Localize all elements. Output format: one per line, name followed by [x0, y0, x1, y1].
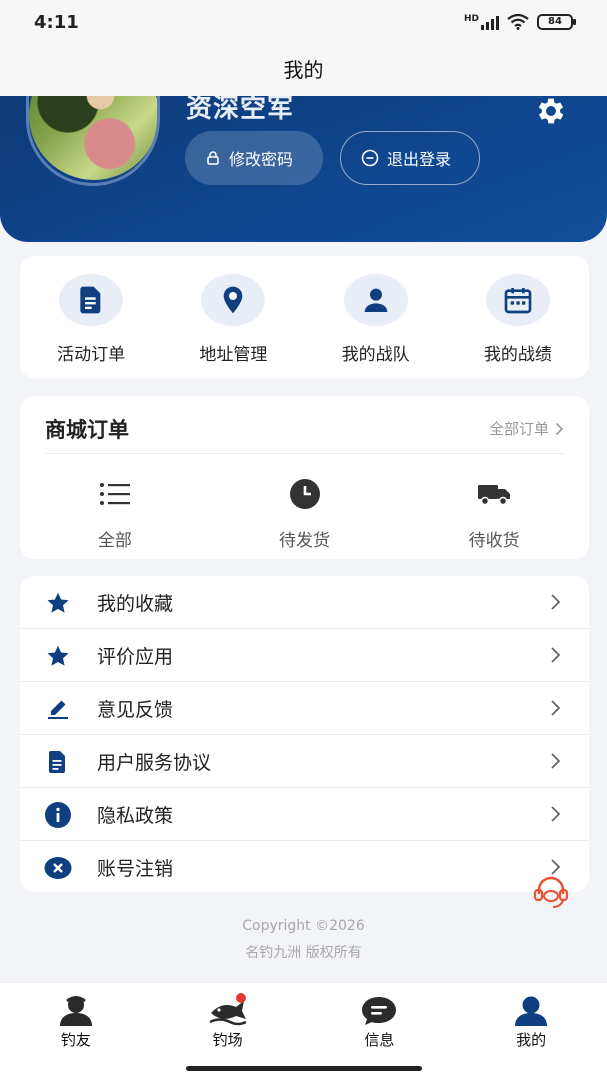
- chevron-right-icon: [551, 594, 561, 610]
- navigation-bar: 我的: [0, 46, 607, 96]
- chevron-right-icon: [551, 647, 561, 663]
- menu-item-label: 用户服务协议: [97, 751, 212, 774]
- location-icon: [201, 274, 266, 326]
- menu-item-label: 隐私政策: [97, 804, 174, 827]
- info-icon: [44, 801, 72, 829]
- menu-item-delete-account[interactable]: 账号注销: [20, 841, 589, 894]
- clock-icon: [286, 476, 324, 512]
- mall-orders-header: 商城订单 全部订单: [45, 414, 564, 454]
- copyright-owner: 名钓九洲 版权所有: [245, 945, 362, 961]
- order-filter-to-ship[interactable]: 待发货: [210, 476, 400, 551]
- order-filter-label: 待发货: [279, 531, 330, 551]
- home-indicator: [186, 1066, 422, 1071]
- menu-item-label: 评价应用: [97, 645, 174, 668]
- tab-label: 我的: [516, 1031, 547, 1049]
- battery-indicator: 84: [537, 14, 576, 30]
- profile-header: 资深空军 修改密码 退出登录: [0, 96, 607, 242]
- chevron-right-icon: [551, 753, 561, 769]
- customer-service-icon[interactable]: [531, 872, 571, 912]
- menu-item-user-agreement[interactable]: 用户服务协议: [20, 735, 589, 788]
- quick-action-activity-orders[interactable]: 活动订单: [20, 256, 162, 378]
- menu-item-label: 意见反馈: [97, 698, 174, 721]
- menu-item-feedback[interactable]: 意见反馈: [20, 682, 589, 735]
- lock-icon: [207, 151, 219, 165]
- menu-item-favorites[interactable]: 我的收藏: [20, 576, 589, 629]
- wifi-icon: [507, 14, 529, 30]
- signal-icon: [481, 14, 499, 30]
- tab-fishing-friends[interactable]: 钓友: [0, 983, 152, 1080]
- message-icon: [359, 995, 399, 1027]
- close-circle-icon: [44, 854, 72, 882]
- document-icon: [59, 274, 124, 326]
- avatar-image: [29, 96, 157, 180]
- page-title: 我的: [283, 58, 324, 82]
- list-icon: [99, 476, 131, 512]
- calendar-icon: [485, 274, 550, 326]
- fish-icon: [208, 993, 248, 1027]
- chevron-right-icon: [555, 422, 564, 435]
- change-password-button[interactable]: 修改密码: [185, 131, 323, 185]
- edit-icon: [44, 695, 72, 723]
- quick-action-records[interactable]: 我的战绩: [447, 256, 589, 378]
- menu-item-label: 账号注销: [97, 858, 174, 880]
- avatar[interactable]: [26, 96, 160, 186]
- person-icon: [511, 995, 551, 1027]
- document-icon: [44, 748, 72, 776]
- mall-orders-row: 全部 待发货 待收货: [20, 476, 589, 551]
- mall-orders-title: 商城订单: [45, 418, 129, 442]
- quick-action-label: 地址管理: [199, 345, 268, 365]
- menu-item-privacy-policy[interactable]: 隐私政策: [20, 788, 589, 841]
- settings-menu-card: 我的收藏 评价应用 意见反馈 用户服务协议 隐私政策 账号注销: [20, 576, 589, 892]
- order-filter-label: 待收货: [468, 531, 520, 551]
- change-password-label: 修改密码: [229, 150, 294, 169]
- tab-label: 信息: [364, 1031, 395, 1049]
- star-icon: [44, 642, 72, 670]
- mall-orders-card: 商城订单 全部订单 全部 待发货 待收货: [20, 396, 589, 559]
- tab-mine[interactable]: 我的: [455, 983, 607, 1080]
- quick-action-label: 我的战队: [341, 345, 410, 365]
- tab-label: 钓场: [212, 1031, 243, 1049]
- order-filter-all[interactable]: 全部: [20, 476, 210, 551]
- quick-actions-card: 活动订单 地址管理 我的战队 我的战绩: [20, 256, 589, 378]
- username: 资深空军: [186, 96, 295, 124]
- quick-action-label: 活动订单: [57, 345, 126, 365]
- quick-action-address[interactable]: 地址管理: [162, 256, 304, 378]
- logout-button[interactable]: 退出登录: [340, 131, 480, 185]
- user-group-icon: [56, 995, 96, 1027]
- network-type-label: HD: [463, 14, 479, 24]
- chevron-right-icon: [551, 700, 561, 716]
- notification-badge: [235, 993, 246, 1003]
- status-icons: HD 84: [463, 14, 576, 30]
- view-all-orders-link[interactable]: 全部订单: [489, 418, 564, 439]
- tab-label: 钓友: [60, 1031, 91, 1049]
- truck-icon: [477, 476, 511, 512]
- gear-icon[interactable]: [534, 96, 568, 128]
- status-time: 4:11: [34, 12, 79, 33]
- order-filter-to-receive[interactable]: 待收货: [399, 476, 589, 551]
- order-filter-label: 全部: [97, 531, 132, 551]
- person-icon: [343, 274, 408, 326]
- menu-item-label: 我的收藏: [97, 592, 174, 615]
- star-icon: [44, 589, 72, 617]
- view-all-orders-label: 全部订单: [488, 420, 549, 438]
- status-bar: 4:11 HD 84: [0, 0, 607, 46]
- quick-action-label: 我的战绩: [483, 345, 552, 365]
- quick-action-team[interactable]: 我的战队: [305, 256, 447, 378]
- minus-circle-icon: [361, 149, 379, 167]
- copyright-text: Copyright ©2026: [242, 918, 365, 934]
- logout-label: 退出登录: [387, 150, 452, 169]
- menu-item-rate-app[interactable]: 评价应用: [20, 629, 589, 682]
- chevron-right-icon: [551, 806, 561, 822]
